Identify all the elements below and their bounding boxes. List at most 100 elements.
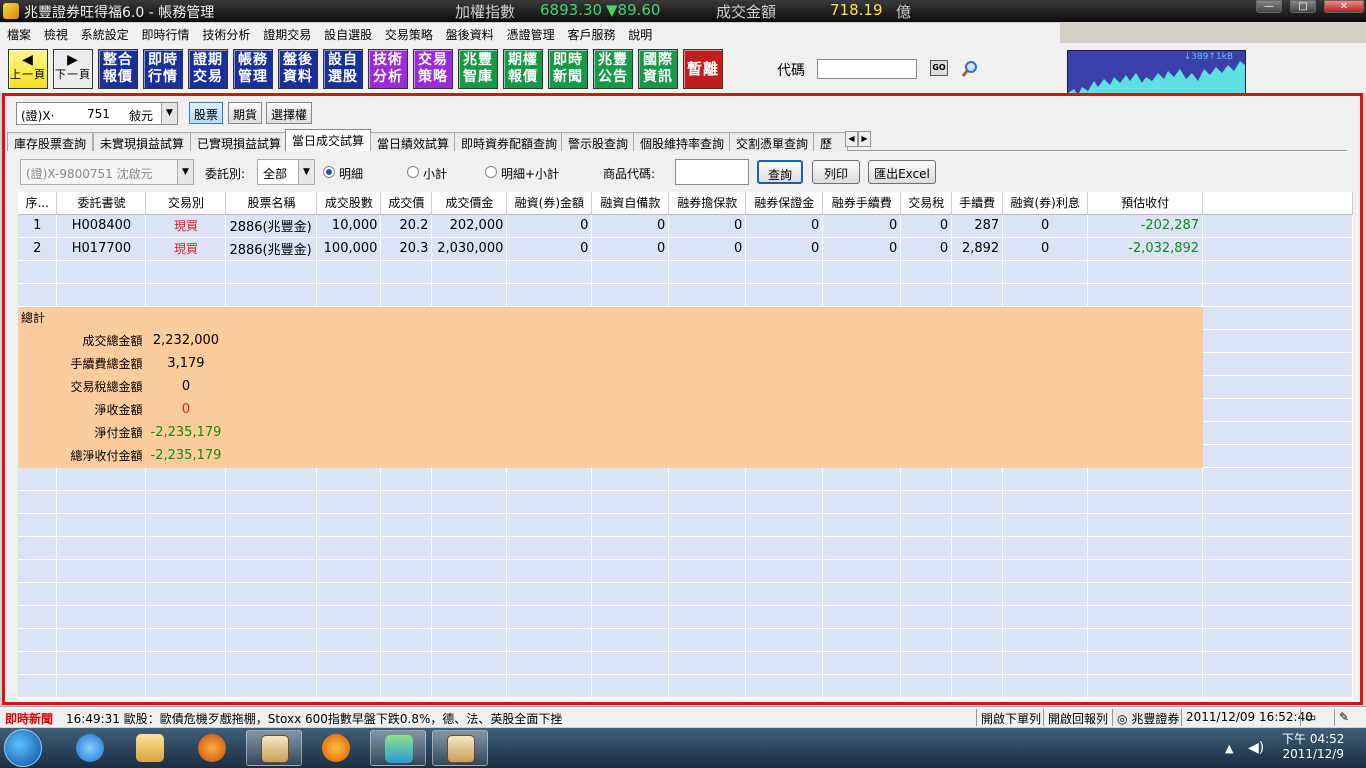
column-header[interactable]: 交易稅 (900, 192, 953, 215)
tab-warning-stocks[interactable]: 警示股查詢 (561, 132, 636, 151)
print-button[interactable]: 列印 (812, 160, 860, 184)
account-selector[interactable]: (證)X· 751 敍元 ▼ (16, 102, 178, 125)
go-icon[interactable]: GO (930, 60, 948, 76)
product-code-input[interactable] (675, 159, 749, 185)
column-header[interactable]: 融券保證金 (745, 192, 824, 215)
menu-help[interactable]: 說明 (628, 23, 652, 43)
volume-icon[interactable]: ◀) (1248, 740, 1264, 756)
column-header[interactable]: 融資(券)利息 (1002, 192, 1089, 215)
tab-scroll-right-icon[interactable]: ▶ (858, 131, 871, 147)
toolbar-button-13[interactable]: 暫離 (683, 49, 723, 89)
radio-detail-subtotal[interactable] (485, 166, 497, 178)
open-report-bar-button[interactable]: 開啟回報列 (1043, 709, 1110, 726)
firefox-taskbar-item[interactable] (184, 730, 240, 766)
menu-settings[interactable]: 系統設定 (81, 23, 129, 43)
column-header[interactable]: 手續費 (951, 192, 1004, 215)
column-header[interactable]: 序... (18, 192, 58, 215)
column-header[interactable]: 交易別 (145, 192, 227, 215)
open-order-bar-button[interactable]: 開啟下單列 (976, 709, 1043, 726)
table-row[interactable]: 2 H017700 現買 2886(兆豐金) 100,000 20.3 2,030,000 0… (18, 237, 1353, 261)
toolbar-button-2[interactable]: 證期 交易 (188, 49, 228, 89)
messenger-taskbar-item[interactable] (370, 730, 426, 766)
column-header[interactable]: 融券擔保款 (668, 192, 747, 215)
explorer-taskbar-item[interactable] (122, 730, 178, 766)
search-icon[interactable] (961, 60, 979, 78)
news-ticker[interactable]: 16:49:31 歐股：歐債危機歹戲拖棚，Stoxx 600指數早盤下跌0.8%… (66, 710, 562, 727)
radio-subtotal[interactable] (407, 166, 419, 178)
toolbar-button-8[interactable]: 兆豐 智庫 (458, 49, 498, 89)
toolbar-button-6[interactable]: 技術 分析 (368, 49, 408, 89)
tray-arrow-icon[interactable]: ▲ (1225, 742, 1233, 755)
trades-grid[interactable]: 序... 委託書號 交易別 股票名稱 成交股數 成交價 成交價金 融資(券)金額 融資自備款 融券… (18, 192, 1353, 700)
menu-after-hours[interactable]: 盤後資料 (446, 23, 494, 43)
toolbar-button-1[interactable]: 即時 行情 (143, 49, 183, 89)
tab-scroll-left-icon[interactable]: ◀ (845, 131, 858, 147)
tab-stocks[interactable]: 股票 (189, 102, 224, 124)
chevron-down-icon[interactable]: ▼ (161, 103, 177, 124)
tab-settlement[interactable]: 交割憑單查詢 (729, 132, 816, 151)
tab-maintenance-ratio[interactable]: 個股維持率查詢 (633, 132, 732, 151)
start-button[interactable] (4, 729, 42, 767)
toolbar-button-12[interactable]: 國際 資訊 (638, 49, 678, 89)
column-header[interactable]: 成交價 (380, 192, 433, 215)
tab-daily-trades[interactable]: 當日成交試算 (285, 129, 372, 151)
toolbar-button-7[interactable]: 交易 策略 (413, 49, 453, 89)
broker-app-taskbar-item[interactable] (246, 730, 302, 766)
column-header[interactable]: 成交價金 (431, 192, 508, 215)
menu-file[interactable]: 檔案 (7, 23, 31, 43)
radio-detail[interactable] (323, 166, 335, 178)
menu-certificates[interactable]: 憑證管理 (507, 23, 555, 43)
column-header[interactable]: 成交股數 (316, 192, 382, 215)
chevron-down-icon[interactable]: ▼ (298, 160, 314, 184)
chevron-down-icon[interactable]: ▼ (177, 160, 193, 184)
menu-technical[interactable]: 技術分析 (202, 23, 250, 43)
tab-unrealized[interactable]: 未實現損益試算 (93, 132, 192, 151)
tab-options[interactable]: 選擇權 (266, 102, 313, 124)
toolbar-button-5[interactable]: 設自 選股 (323, 49, 363, 89)
empty-cell (591, 605, 670, 629)
prev-page-button[interactable]: ◀ 上一頁 (8, 49, 48, 89)
menu-strategy[interactable]: 交易策略 (385, 23, 433, 43)
menu-customer-service[interactable]: 客戶服務 (567, 23, 615, 43)
app-taskbar-item-orange[interactable] (308, 730, 364, 766)
tab-history[interactable]: 歷史 (813, 132, 848, 151)
column-header-filler (1202, 192, 1353, 215)
code-input[interactable] (817, 59, 917, 79)
maximize-button[interactable]: □ (1290, 0, 1316, 13)
menu-quotes[interactable]: 即時行情 (142, 23, 190, 43)
export-excel-button[interactable]: 匯出Excel (868, 160, 936, 184)
column-header[interactable]: 委託書號 (56, 192, 147, 215)
column-header[interactable]: 融資自備款 (591, 192, 670, 215)
tab-daily-performance[interactable]: 當日績效試算 (370, 132, 457, 151)
order-type-select[interactable]: 全部 ▼ (257, 159, 315, 185)
clipboard-icon[interactable]: ✎ (1334, 709, 1364, 726)
table-row[interactable]: 1 H008400 現買 2886(兆豐金) 10,000 20.2 202,000 0 0 0 0… (18, 214, 1353, 238)
toolbar-button-0[interactable]: 整合 報價 (98, 49, 138, 89)
column-header[interactable]: 融券手續費 (822, 192, 902, 215)
close-button[interactable]: ✕ (1324, 0, 1364, 13)
news-label[interactable]: 即時新聞 (5, 710, 53, 727)
toolbar-button-3[interactable]: 帳務 管理 (233, 49, 273, 89)
toolbar-button-9[interactable]: 期權 報價 (503, 49, 543, 89)
menu-view[interactable]: 檢視 (44, 23, 68, 43)
column-header[interactable]: 融資(券)金額 (506, 192, 593, 215)
filter-account-select[interactable]: (證)X-9800751 沈啟元 ▼ (20, 159, 194, 185)
menu-trading[interactable]: 證期交易 (263, 23, 311, 43)
toolbar-button-4[interactable]: 盤後 資料 (278, 49, 318, 89)
tab-margin-quota[interactable]: 即時資券配額查詢 (454, 132, 565, 151)
minimize-button[interactable]: — (1256, 0, 1282, 13)
toolbar-button-10[interactable]: 即時 新聞 (548, 49, 588, 89)
tab-inventory[interactable]: 庫存股票查詢 (7, 132, 94, 151)
menu-watchlist[interactable]: 設自選股 (324, 23, 372, 43)
column-header[interactable]: 預估收付 (1087, 192, 1204, 215)
broker-app2-taskbar-item[interactable] (432, 730, 488, 766)
toolbar-button-11[interactable]: 兆豐 公告 (593, 49, 633, 89)
ie-taskbar-item[interactable] (62, 730, 118, 766)
tab-futures[interactable]: 期貨 (228, 102, 263, 124)
query-button[interactable]: 查詢 (757, 160, 803, 184)
clock[interactable]: 下午 04:52 2011/12/9 (1282, 732, 1344, 762)
monitor-icon[interactable]: ▭ (1300, 709, 1330, 726)
column-header[interactable]: 股票名稱 (225, 192, 318, 215)
next-page-button[interactable]: ▶ 下一頁 (53, 49, 93, 89)
tab-realized[interactable]: 已實現損益試算 (190, 132, 289, 151)
